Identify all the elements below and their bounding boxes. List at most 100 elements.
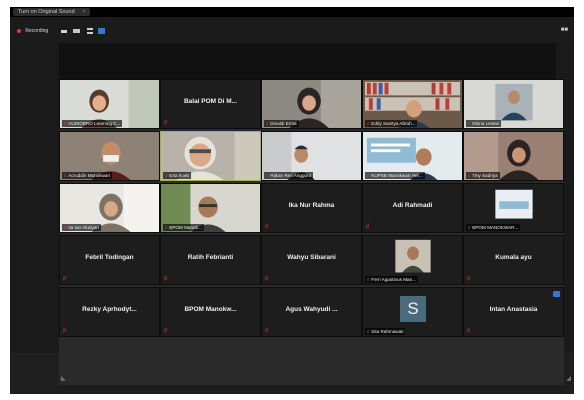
participant-label-text: Dhina Lestari bbox=[472, 121, 500, 126]
participant-tile[interactable]: ♯ Rijkan Reo Anggoro bbox=[261, 131, 362, 181]
participant-name: Ika Nur Rahma bbox=[288, 201, 335, 209]
participant-label-text: Ita tan Afuriyan bbox=[68, 225, 99, 230]
mic-muted-icon: ♯ bbox=[367, 121, 370, 126]
participant-label: ♯ KUPSB Manokwari Her... bbox=[365, 172, 425, 179]
participant-label-text: Dinaldi Erma bbox=[270, 121, 297, 126]
original-sound-tab[interactable]: Turn on Original Sound × bbox=[13, 8, 91, 16]
participant-label: ♯ Dinaldi Erma bbox=[264, 120, 299, 127]
participant-label-text: KUPSB Manokwari Her... bbox=[371, 173, 423, 178]
restore-icon[interactable] bbox=[73, 29, 80, 33]
participant-name: Balai POM Di M... bbox=[183, 97, 238, 105]
participant-tile[interactable]: ♯ BPOM MANOKWAR... bbox=[463, 183, 564, 233]
mic-muted-icon: ♯ bbox=[468, 121, 471, 126]
participant-tile[interactable]: ♯ AUDIOBRO Learning C... bbox=[59, 79, 160, 129]
participant-label: ♯ Erta Iloeb bbox=[163, 172, 191, 179]
participant-label-text: Rijkan Reo Anggoro bbox=[270, 173, 312, 178]
participant-label-text: Acruddin Manokwari bbox=[68, 173, 110, 178]
resize-handle-icon[interactable]: ◣ bbox=[61, 375, 66, 382]
participant-name: Febril Todingan bbox=[85, 253, 134, 261]
mic-muted-icon: ♯ bbox=[467, 276, 470, 282]
participant-grid: ♯ AUDIOBRO Learning C... Balai POM Di M...… bbox=[59, 79, 564, 385]
mic-muted-icon: ♯ bbox=[165, 173, 168, 178]
mic-muted-icon: ♯ bbox=[64, 225, 67, 230]
participant-label: ♯ AUDIOBRO Learning C... bbox=[62, 120, 123, 127]
participant-label-text: Ferri Agustinus Man... bbox=[371, 277, 416, 282]
participant-tile[interactable]: Adi Rahmadi ♯ bbox=[362, 183, 463, 233]
participant-label-text: Erta Iloeb bbox=[169, 173, 189, 178]
participant-name: Ratih Febrianti bbox=[187, 253, 234, 261]
recording-indicator[interactable]: Recording bbox=[17, 28, 48, 34]
participant-label: ♯ BPOM Manok... bbox=[163, 224, 204, 231]
participant-label: ♯ Sita Rahmawati bbox=[365, 328, 406, 335]
mic-muted-icon: ♯ bbox=[165, 225, 168, 230]
left-panel bbox=[10, 43, 59, 353]
mic-muted-icon: ♯ bbox=[266, 173, 269, 178]
participant-label-text: BPOM Manok... bbox=[169, 225, 202, 230]
participant-tile[interactable]: Ika Nur Rahma ♯ bbox=[261, 183, 362, 233]
participant-tile[interactable]: Ratih Febrianti ♯ bbox=[160, 235, 261, 285]
participant-label: ♯ Ferri Agustinus Man... bbox=[365, 276, 418, 283]
mic-muted-icon: ♯ bbox=[265, 328, 268, 334]
participant-tile[interactable]: ♯ Erta Iloeb bbox=[160, 131, 261, 181]
participant-name: Kumala ayu bbox=[495, 253, 532, 261]
top-bar: Turn on Original Sound × bbox=[10, 7, 574, 17]
mic-muted-icon: ♯ bbox=[467, 328, 470, 334]
participant-name: Intan Anastasia bbox=[489, 305, 538, 313]
participant-name: BPOM Manokw... bbox=[184, 305, 237, 313]
participant-tile[interactable]: Rezky Aprhodyt... ♯ bbox=[59, 287, 160, 337]
participant-tile[interactable]: ♯ Eddy Sanitya Abrah... bbox=[362, 79, 463, 129]
gallery-view-icon[interactable] bbox=[98, 28, 105, 34]
participant-label: ♯ Dhina Lestari bbox=[466, 120, 502, 127]
participant-name: Agus Wahyudi ... bbox=[285, 305, 338, 313]
participant-tile[interactable]: ♯ Acruddin Manokwari bbox=[59, 131, 160, 181]
mic-muted-icon: ♯ bbox=[468, 173, 471, 178]
participant-name: Adi Rahmadi bbox=[392, 201, 433, 209]
participant-tile[interactable]: Intan Anastasia ♯ bbox=[463, 287, 564, 337]
meeting-window: Turn on Original Sound × Recording ■■ ♯ A… bbox=[10, 7, 574, 394]
participant-label-text: Sita Rahmawati bbox=[371, 329, 404, 334]
participant-tile[interactable]: Balai POM Di M... ♯ bbox=[160, 79, 261, 129]
mic-muted-icon: ♯ bbox=[64, 121, 67, 126]
mic-muted-icon: ♯ bbox=[265, 276, 268, 282]
participant-tile[interactable]: Agus Wahyudi ... ♯ bbox=[261, 287, 362, 337]
meeting-toolbar: Recording ■■ bbox=[10, 17, 574, 43]
participant-tile[interactable]: ♯ Dhina Lestari bbox=[463, 79, 564, 129]
participant-tile[interactable]: ♯ Tiny Sadriya bbox=[463, 131, 564, 181]
participant-label: ♯ Eddy Sanitya Abrah... bbox=[365, 120, 418, 127]
avatar: S bbox=[400, 296, 426, 322]
mic-muted-icon: ♯ bbox=[164, 276, 167, 282]
mic-muted-icon: ♯ bbox=[468, 225, 471, 230]
mic-muted-icon: ♯ bbox=[63, 328, 66, 334]
participant-tile[interactable]: Febril Todingan ♯ bbox=[59, 235, 160, 285]
speaker-view-icon[interactable]: ■■ bbox=[561, 27, 568, 33]
mic-muted-icon: ♯ bbox=[367, 173, 370, 178]
participant-name: Rezky Aprhodyt... bbox=[82, 305, 137, 313]
more-options-icon[interactable] bbox=[553, 291, 560, 297]
mic-muted-icon: ♯ bbox=[164, 328, 167, 334]
mic-muted-icon: ♯ bbox=[265, 224, 268, 230]
participant-name: Wahyu Sibarani bbox=[287, 253, 336, 261]
participant-tile[interactable]: ♯ Dinaldi Erma bbox=[261, 79, 362, 129]
participant-tile[interactable]: ♯ KUPSB Manokwari Her... bbox=[362, 131, 463, 181]
minimize-icon[interactable] bbox=[61, 30, 67, 33]
participant-label: ♯ Acruddin Manokwari bbox=[62, 172, 112, 179]
mic-muted-icon: ♯ bbox=[64, 173, 67, 178]
recording-dot-icon bbox=[17, 28, 21, 33]
mic-muted-icon: ♯ bbox=[367, 329, 370, 334]
scroll-handle-icon[interactable]: ◢ bbox=[566, 375, 571, 382]
participant-tile[interactable]: ♯ Ita tan Afuriyan bbox=[59, 183, 160, 233]
menu-icon[interactable] bbox=[87, 28, 93, 34]
recording-label: Recording bbox=[25, 28, 49, 34]
participant-label: ♯ Tiny Sadriya bbox=[466, 172, 500, 179]
participant-label-text: Eddy Sanitya Abrah... bbox=[371, 121, 416, 126]
participant-tile[interactable]: ♯ BPOM Manok... bbox=[160, 183, 261, 233]
participant-tile[interactable]: ♯ Ferri Agustinus Man... bbox=[362, 235, 463, 285]
participant-tile[interactable]: S ♯ Sita Rahmawati bbox=[362, 287, 463, 337]
participant-label: ♯ Ita tan Afuriyan bbox=[62, 224, 101, 231]
participant-tile[interactable]: Kumala ayu ♯ bbox=[463, 235, 564, 285]
participant-label-text: BPOM MANOKWAR... bbox=[472, 225, 519, 230]
mic-muted-icon: ♯ bbox=[63, 276, 66, 282]
participant-tile[interactable]: BPOM Manokw... ♯ bbox=[160, 287, 261, 337]
close-icon[interactable]: × bbox=[82, 9, 85, 15]
participant-tile[interactable]: Wahyu Sibarani ♯ bbox=[261, 235, 362, 285]
